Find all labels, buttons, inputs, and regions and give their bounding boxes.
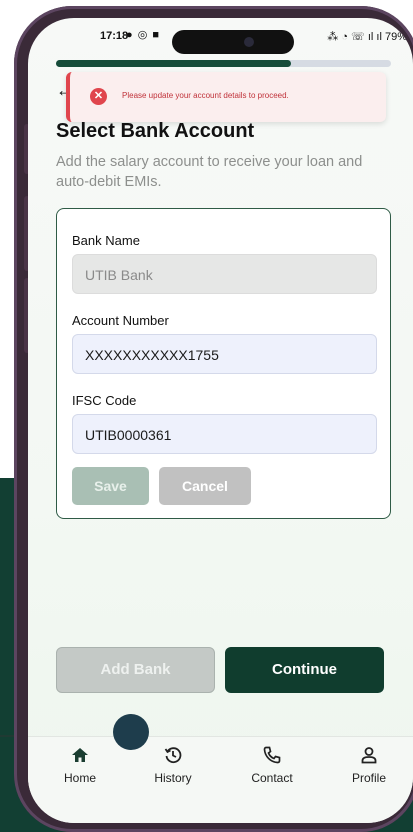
- onboarding-progress-bar: [56, 60, 391, 67]
- cancel-button[interactable]: Cancel: [159, 467, 251, 505]
- ifsc-code-label: IFSC Code: [72, 393, 137, 408]
- home-icon: [45, 745, 115, 767]
- toast-message: Please update your account details to pr…: [122, 91, 289, 100]
- nav-label-home: Home: [63, 771, 96, 785]
- continue-button[interactable]: Continue: [225, 647, 384, 693]
- nav-item-history[interactable]: History: [138, 745, 208, 785]
- callout-dot: [113, 714, 149, 750]
- nav-label-contact: Contact: [251, 771, 293, 785]
- profile-icon: [334, 745, 404, 767]
- progress-fill: [56, 60, 291, 67]
- nav-item-contact[interactable]: Contact: [237, 745, 307, 785]
- account-number-field[interactable]: XXXXXXXXXXX1755: [72, 334, 377, 374]
- history-icon: [138, 745, 208, 767]
- nav-label-history: History: [154, 771, 192, 785]
- error-toast: ✕ Please update your account details to …: [66, 72, 386, 122]
- camera-notch: [172, 30, 294, 54]
- nav-item-home[interactable]: Home: [45, 745, 115, 785]
- status-time: 17:18: [100, 30, 129, 42]
- nav-label-profile: Profile: [351, 771, 386, 785]
- ifsc-code-field[interactable]: UTIB0000361: [72, 414, 377, 454]
- save-button[interactable]: Save: [72, 467, 149, 505]
- nav-item-profile[interactable]: Profile: [334, 745, 404, 785]
- app-screen: 17:18 ● ◎ ■ ⁂ ◔ ☏ ıl ıl 79% ← ✕ Please u…: [28, 18, 413, 823]
- status-left-icons: ● ◎ ■: [126, 29, 160, 41]
- bottom-nav: Home History Contact Profile: [28, 736, 413, 823]
- x-icon: ✕: [90, 88, 107, 105]
- bank-name-label: Bank Name: [72, 233, 140, 248]
- page-title: Select Bank Account: [56, 120, 255, 142]
- bank-name-field: UTIB Bank: [72, 254, 377, 294]
- phone-icon: [237, 745, 307, 767]
- add-bank-button[interactable]: Add Bank: [56, 647, 215, 693]
- status-right-icons: ⁂ ◔ ☏ ıl ıl 79%: [327, 31, 407, 43]
- camera-icon: [244, 37, 254, 47]
- bank-account-form-card: Bank Name UTIB Bank Account Number XXXXX…: [56, 208, 391, 519]
- page-subtitle: Add the salary account to receive your l…: [56, 154, 363, 190]
- account-number-label: Account Number: [72, 313, 169, 328]
